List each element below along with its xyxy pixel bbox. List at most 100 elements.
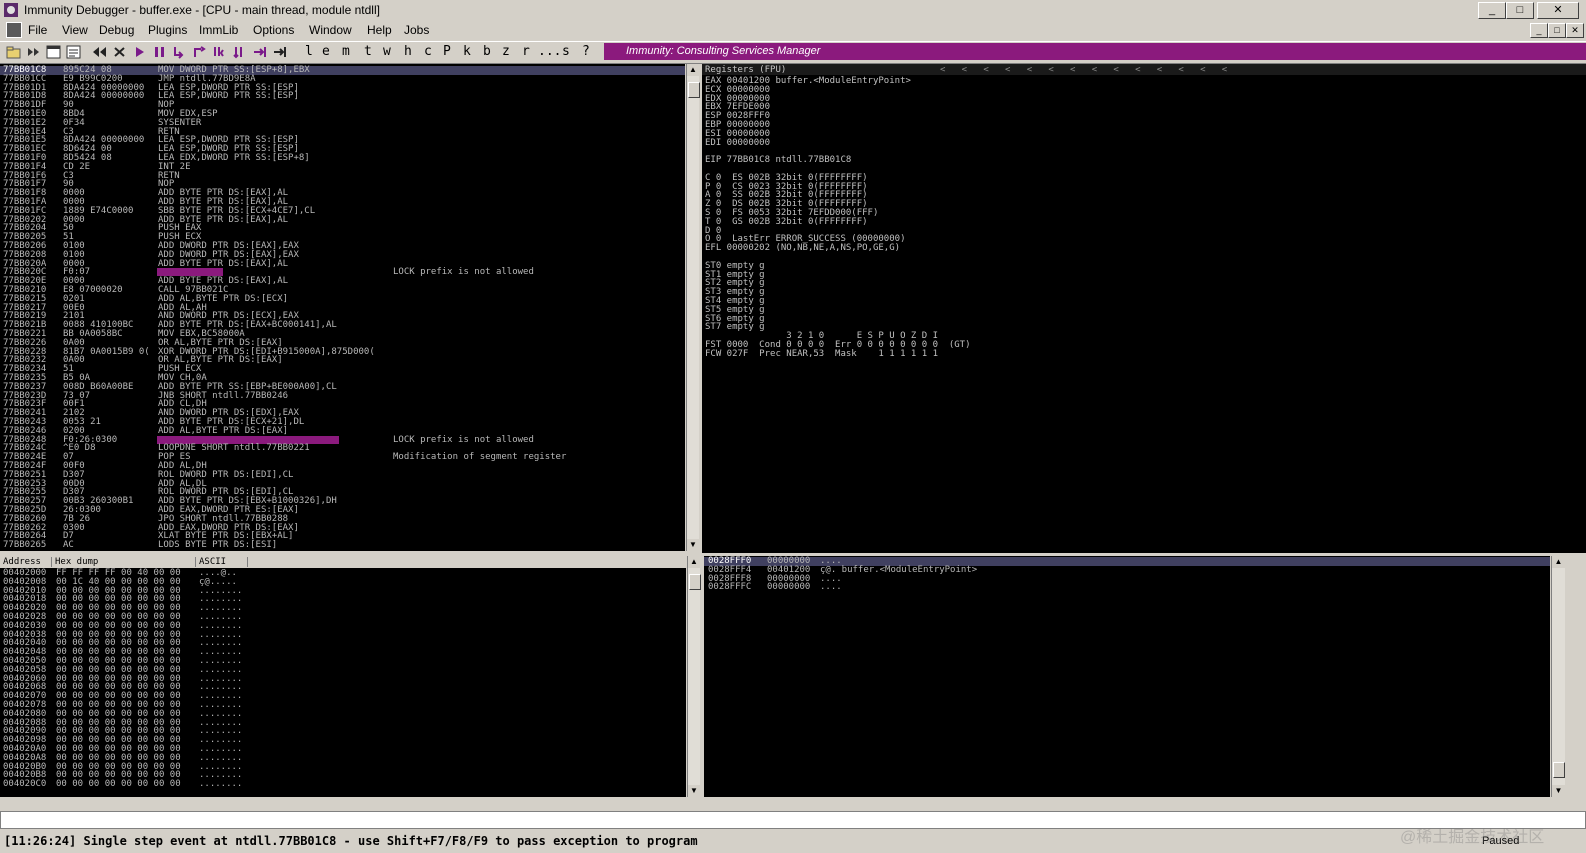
- dump-scroll-up-arrow[interactable]: ▲: [688, 556, 700, 568]
- rewind-icon[interactable]: [92, 45, 107, 59]
- open-file-icon[interactable]: [6, 45, 21, 59]
- toolbar-help-button[interactable]: ?: [582, 44, 590, 60]
- toolbar-cpu-button[interactable]: c: [424, 44, 432, 60]
- toolbar-windows-button[interactable]: w: [383, 44, 391, 60]
- disasm-row[interactable]: 77BB0248 F0:26:0300 LOCK prefix is not all…: [0, 435, 685, 445]
- dump-address[interactable]: 004020C0: [3, 780, 46, 789]
- disasm-row[interactable]: 77BB024F 00F0 ADD AL,DH: [0, 462, 685, 471]
- stack-scroll-up-arrow[interactable]: ▲: [1552, 556, 1565, 568]
- command-input[interactable]: [0, 811, 1586, 829]
- dump-scroll-down-arrow[interactable]: ▼: [688, 785, 700, 797]
- disasm-row[interactable]: 77BB01E0 8BD4 MOV EDX,ESP: [0, 110, 685, 119]
- dump-scroll-thumb[interactable]: [689, 574, 701, 590]
- disasm-row[interactable]: 77BB0243 0053 21 ADD BYTE PTR DS:[ECX+21],…: [0, 418, 685, 427]
- disasm-row[interactable]: 77BB0206 0100 ADD DWORD PTR DS:[EAX],EAX: [0, 242, 685, 251]
- close-button[interactable]: ✕: [1537, 2, 1579, 19]
- dump-ascii-header[interactable]: ASCII: [196, 557, 248, 567]
- close-process-icon[interactable]: [112, 45, 127, 59]
- stack-scroll-thumb[interactable]: [1553, 762, 1565, 778]
- mdi-restore-button[interactable]: □: [1548, 23, 1566, 38]
- animate-into-icon[interactable]: [212, 45, 227, 59]
- disasm-row[interactable]: 77BB01F0 8D5424 08 LEA EDX,DWORD PTR SS:[E…: [0, 154, 685, 163]
- disasm-row[interactable]: 77BB01F4 CD 2E INT 2E: [0, 162, 685, 172]
- disasm-row[interactable]: 77BB0205 51 PUSH ECX: [0, 233, 685, 242]
- mdi-window-icon[interactable]: [6, 22, 22, 38]
- dump-hex-header[interactable]: Hex dump: [52, 557, 196, 567]
- pause-icon[interactable]: [152, 45, 167, 59]
- go-to-icon[interactable]: [272, 45, 287, 59]
- disasm-row[interactable]: 77BB0234 51 PUSH ECX: [0, 365, 685, 374]
- stack-comment[interactable]: ....: [820, 583, 842, 592]
- disasm-row[interactable]: 77BB01D8 8DA424 00000000 LEA ESP,DWORD PTR…: [0, 92, 685, 101]
- scroll-thumb[interactable]: [688, 82, 700, 98]
- disasm-row[interactable]: 77BB0210 E8 07000020 CALL 97BB021C: [0, 286, 685, 295]
- registers-pane[interactable]: Registers (FPU) < < < < < < < < < < < < …: [702, 64, 1586, 553]
- disasm-row[interactable]: 77BB0257 00B3 260300B1 ADD BYTE PTR DS:[EB…: [0, 497, 685, 506]
- scroll-up-arrow[interactable]: ▲: [687, 64, 699, 76]
- disasm-row[interactable]: 77BB01F8 0000 ADD BYTE PTR DS:[EAX],AL: [0, 189, 685, 198]
- stack-scroll-down-arrow[interactable]: ▼: [1552, 785, 1565, 797]
- menu-plugins[interactable]: Plugins: [148, 23, 187, 37]
- toolbar-memory-map-button[interactable]: m: [342, 44, 350, 60]
- animate-over-icon[interactable]: [232, 45, 247, 59]
- disasm-row[interactable]: 77BB01DF 90 NOP: [0, 101, 685, 110]
- toolbar-patches-button[interactable]: P: [443, 44, 451, 60]
- run-icon[interactable]: [132, 45, 147, 59]
- menu-window[interactable]: Window: [309, 23, 352, 37]
- register-line[interactable]: FCW 027F Prec NEAR,53 Mask 1 1 1 1 1 1: [705, 349, 938, 359]
- disasm-row[interactable]: 77BB0228 81B7 0A0015B9 0(XOR DWORD PTR DS…: [0, 347, 685, 357]
- register-line[interactable]: EIP 77BB01C8 ntdll.77BB01C8: [705, 156, 851, 165]
- disasm-row[interactable]: 77BB0260 7B 26 JPO SHORT ntdll.77BB0288: [0, 514, 685, 524]
- mdi-close-button[interactable]: ✕: [1566, 23, 1584, 38]
- menu-immlib[interactable]: ImmLib: [199, 23, 238, 37]
- minimize-button[interactable]: _: [1478, 2, 1506, 19]
- stack-address[interactable]: 0028FFFC: [708, 583, 751, 592]
- disasm-row[interactable]: 77BB01E2 0F34 SYSENTER: [0, 118, 685, 128]
- disasm-row[interactable]: 77BB0202 0000 ADD BYTE PTR DS:[EAX],AL: [0, 215, 685, 225]
- stack-comment[interactable]: ç@. buffer.<ModuleEntryPoint>: [820, 565, 977, 575]
- disasm-row[interactable]: 77BB0253 00D0 ADD AL,DL: [0, 479, 685, 489]
- disasm-row[interactable]: 77BB024C ^E0 D8 LOOPDNE SHORT ntdll.77BB02…: [0, 444, 685, 453]
- toolbar-call-stack-button[interactable]: k: [463, 44, 471, 60]
- menu-help[interactable]: Help: [367, 23, 392, 37]
- toolbar-executable-modules-button[interactable]: e: [322, 44, 330, 60]
- toolbar-handles-button[interactable]: h: [404, 44, 412, 60]
- disasm-row[interactable]: 77BB0264 D7 XLAT BYTE PTR DS:[EBX+AL]: [0, 532, 685, 541]
- toolbar-log-button[interactable]: l: [305, 44, 313, 60]
- disasm-row[interactable]: 77BB023D 73 07 JNB SHORT ntdll.77BB0246: [0, 391, 685, 401]
- disassembly-pane[interactable]: 77BB01C8 895C24 08 MOV DWORD PTR SS:[ESP+8…: [0, 64, 685, 551]
- disasm-row[interactable]: 77BB020A 0000 ADD BYTE PTR DS:[EAX],AL: [0, 259, 685, 269]
- disassembly-scrollbar[interactable]: ▲ ▼: [686, 64, 700, 551]
- dump-ascii[interactable]: ........: [199, 780, 242, 789]
- toolbar-breakpoints-button[interactable]: b: [483, 44, 491, 60]
- disasm-row[interactable]: 77BB01FC 1889 E74C0000 SBB BYTE PTR DS:[EC…: [0, 206, 685, 216]
- disasm-row[interactable]: 77BB0262 0300 ADD EAX,DWORD PTR DS:[EAX]: [0, 523, 685, 533]
- toolbar-hardware-bp-button[interactable]: z: [502, 44, 510, 60]
- step-into-icon[interactable]: [172, 45, 187, 59]
- menu-view[interactable]: View: [62, 23, 88, 37]
- disasm-row[interactable]: 77BB0221 BB 0A0058BC MOV EBX,BC58000A: [0, 330, 685, 339]
- restart-icon[interactable]: [26, 45, 41, 59]
- disasm-row[interactable]: 77BB020C F0:07 LOCK prefix is not allowed: [0, 268, 685, 277]
- disasm-row[interactable]: 77BB0232 0A00 OR AL,BYTE PTR DS:[EAX]: [0, 356, 685, 365]
- disasm-row[interactable]: 77BB0251 D307 ROL DWORD PTR DS:[EDI],CL: [0, 470, 685, 480]
- disasm-row[interactable]: 77BB0217 00E0 ADD AL,AH: [0, 303, 685, 313]
- window-icon[interactable]: [46, 45, 61, 59]
- toolbar-source-button[interactable]: s: [562, 44, 570, 60]
- menu-options[interactable]: Options: [253, 23, 294, 37]
- disasm-row[interactable]: 77BB0204 50 PUSH EAX: [0, 224, 685, 233]
- disasm-row[interactable]: 77BB0241 2102 AND DWORD PTR DS:[EDX],EAX: [0, 409, 685, 418]
- register-line[interactable]: EFL 00000202 (NO,NB,NE,A,NS,PO,GE,G): [705, 244, 900, 253]
- execute-till-return-icon[interactable]: [252, 45, 267, 59]
- maximize-button[interactable]: □: [1506, 2, 1534, 19]
- disasm-row[interactable]: 77BB0237 008D B60A00BE ADD BYTE PTR SS:[EB…: [0, 382, 685, 392]
- menu-debug[interactable]: Debug: [99, 23, 134, 37]
- disasm-row[interactable]: 77BB01F6 C3 RETN: [0, 171, 685, 181]
- stack-pane[interactable]: 0028FFF0 00000000.... 0028FFF4 00401200 ç@. …: [704, 556, 1550, 797]
- menu-file[interactable]: File: [28, 23, 47, 37]
- consulting-banner[interactable]: Immunity: Consulting Services Manager: [604, 43, 1586, 60]
- dump-hex[interactable]: 00 00 00 00 00 00 00 00: [56, 780, 181, 789]
- view-icon[interactable]: [66, 45, 81, 59]
- disasm-row[interactable]: 77BB025D 26:0300 ADD EAX,DWORD PTR ES:[EAX…: [0, 506, 685, 515]
- dump-scrollbar[interactable]: ▲ ▼: [687, 556, 701, 797]
